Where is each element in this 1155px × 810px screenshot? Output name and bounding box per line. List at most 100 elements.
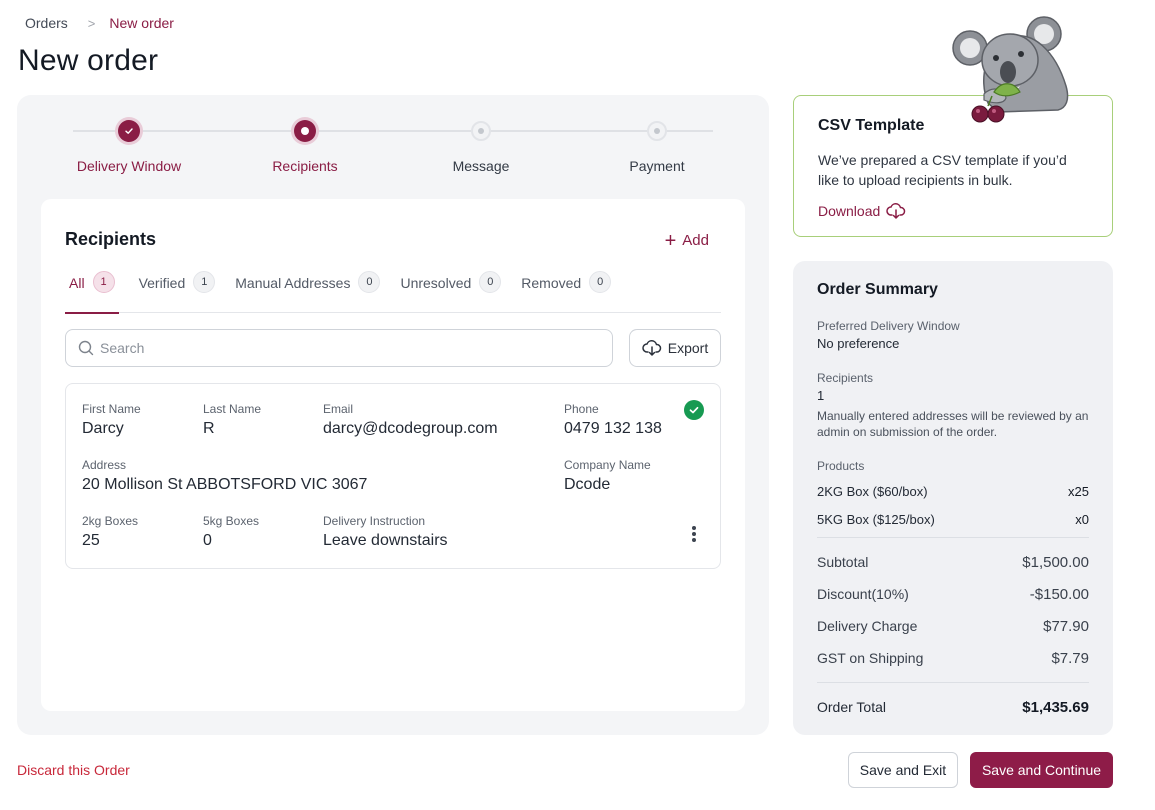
export-label: Export bbox=[667, 340, 709, 356]
step-payment[interactable]: Payment bbox=[587, 117, 727, 174]
cloud-download-icon bbox=[886, 203, 906, 219]
company-field: Company Name Dcode bbox=[564, 458, 651, 494]
summary-label: Recipients bbox=[817, 371, 874, 385]
product-line-item: 5KG Box ($125/box) x0 bbox=[817, 512, 1089, 527]
tab-count-badge: 0 bbox=[589, 271, 612, 293]
step-label: Payment bbox=[629, 158, 685, 174]
koala-mascot bbox=[952, 16, 1069, 123]
field-value: R bbox=[203, 420, 215, 437]
verified-check-icon bbox=[684, 400, 704, 420]
save-and-continue-button[interactable]: Save and Continue bbox=[970, 752, 1113, 788]
order-wizard-panel: Delivery Window Recipients Message Payme… bbox=[17, 95, 769, 735]
chevron-right-icon: > bbox=[87, 15, 96, 31]
order-total-row: Order Total $1,435.69 bbox=[817, 699, 1089, 716]
total-label: Delivery Charge bbox=[817, 618, 918, 634]
field-label: 2kg Boxes bbox=[82, 514, 139, 528]
address-field: Address 20 Mollison St ABBOTSFORD VIC 30… bbox=[82, 458, 367, 494]
boxes-5kg-field: 5kg Boxes 0 bbox=[203, 514, 259, 550]
export-button[interactable]: Export bbox=[629, 329, 721, 367]
save-and-exit-button[interactable]: Save and Exit bbox=[848, 752, 958, 788]
field-label: Phone bbox=[564, 402, 599, 416]
page-title: New order bbox=[18, 44, 159, 77]
recipient-row[interactable]: First Name Darcy Last Name R Email darcy… bbox=[65, 383, 721, 569]
summary-delivery-window: Preferred Delivery Window No preference bbox=[817, 319, 1089, 351]
step-message[interactable]: Message bbox=[411, 117, 551, 174]
tab-count-badge: 1 bbox=[193, 271, 216, 293]
step-label: Message bbox=[452, 158, 510, 174]
breadcrumb: Orders > New order bbox=[25, 15, 174, 31]
discount-row: Discount(10%) -$150.00 bbox=[817, 586, 1089, 603]
add-recipient-button[interactable]: + Add bbox=[664, 229, 709, 252]
stepper: Delivery Window Recipients Message Payme… bbox=[57, 117, 729, 177]
phone-field: Phone 0479 132 138 bbox=[564, 402, 662, 438]
tab-label: Manual Addresses bbox=[235, 275, 351, 291]
tab-removed[interactable]: Removed 0 bbox=[521, 271, 612, 313]
total-value: $1,500.00 bbox=[1022, 554, 1089, 571]
check-icon bbox=[125, 128, 133, 134]
product-name: 2KG Box ($60/box) bbox=[817, 484, 928, 499]
search-field[interactable] bbox=[65, 329, 613, 367]
step-pending-marker bbox=[654, 128, 660, 134]
recipient-tabs: All 1 Verified 1 Manual Addresses 0 Unre… bbox=[65, 271, 721, 314]
tab-verified[interactable]: Verified 1 bbox=[138, 271, 216, 313]
download-label: Download bbox=[818, 203, 881, 219]
csv-template-text: We’ve prepared a CSV template if you’d l… bbox=[818, 152, 1067, 188]
field-value: 20 Mollison St ABBOTSFORD VIC 3067 bbox=[82, 476, 368, 493]
download-csv-link[interactable]: Download bbox=[818, 202, 906, 220]
divider bbox=[817, 537, 1089, 538]
tab-label: Removed bbox=[521, 275, 582, 291]
tab-unresolved[interactable]: Unresolved 0 bbox=[400, 271, 502, 313]
tab-count-badge: 0 bbox=[479, 271, 502, 293]
step-delivery-window[interactable]: Delivery Window bbox=[59, 117, 199, 174]
order-summary: Order Summary Preferred Delivery Window … bbox=[793, 261, 1113, 735]
field-label: Email bbox=[323, 402, 354, 416]
kebab-menu-icon[interactable] bbox=[686, 524, 702, 544]
delivery-charge-row: Delivery Charge $77.90 bbox=[817, 618, 1089, 635]
tab-manual-addresses[interactable]: Manual Addresses 0 bbox=[235, 271, 381, 313]
gst-row: GST on Shipping $7.79 bbox=[817, 650, 1089, 667]
total-value: $77.90 bbox=[1043, 618, 1089, 635]
recipients-title: Recipients bbox=[65, 229, 157, 249]
email-field: Email darcy@dcodegroup.com bbox=[323, 402, 498, 438]
field-value: 0479 132 138 bbox=[564, 420, 662, 437]
cloud-download-icon bbox=[642, 340, 662, 356]
field-value: darcy@dcodegroup.com bbox=[323, 420, 498, 437]
plus-icon: + bbox=[664, 229, 677, 252]
tab-count-badge: 0 bbox=[358, 271, 381, 293]
total-value: $7.79 bbox=[1051, 650, 1089, 667]
search-icon bbox=[78, 340, 94, 356]
tab-label: Unresolved bbox=[400, 275, 472, 291]
field-label: Address bbox=[82, 458, 127, 472]
field-value: 25 bbox=[82, 532, 100, 549]
add-label: Add bbox=[682, 232, 709, 249]
field-value: Darcy bbox=[82, 420, 124, 437]
order-summary-title: Order Summary bbox=[817, 281, 938, 298]
summary-products-label: Products bbox=[817, 459, 1089, 473]
total-label: Subtotal bbox=[817, 554, 869, 570]
step-pending-marker bbox=[478, 128, 484, 134]
summary-value: 1 bbox=[817, 388, 825, 403]
divider bbox=[817, 682, 1089, 683]
field-label: 5kg Boxes bbox=[203, 514, 260, 528]
step-label: Delivery Window bbox=[76, 158, 182, 174]
step-recipients[interactable]: Recipients bbox=[235, 117, 375, 174]
field-label: Delivery Instruction bbox=[323, 514, 426, 528]
tab-label: All bbox=[69, 275, 85, 291]
summary-label: Products bbox=[817, 459, 865, 473]
field-label: Last Name bbox=[203, 402, 262, 416]
last-name-field: Last Name R bbox=[203, 402, 261, 438]
order-total-value: $1,435.69 bbox=[1022, 699, 1089, 716]
discard-order-link[interactable]: Discard this Order bbox=[17, 762, 130, 778]
summary-label: Preferred Delivery Window bbox=[817, 319, 960, 333]
subtotal-row: Subtotal $1,500.00 bbox=[817, 554, 1089, 571]
total-label: Discount(10%) bbox=[817, 586, 909, 602]
search-input[interactable] bbox=[100, 340, 580, 356]
tab-label: Verified bbox=[138, 275, 186, 291]
first-name-field: First Name Darcy bbox=[82, 402, 141, 438]
product-qty: x0 bbox=[1075, 512, 1089, 527]
step-label: Recipients bbox=[272, 158, 338, 174]
tab-all[interactable]: All 1 bbox=[65, 271, 119, 314]
tab-count-badge: 1 bbox=[92, 271, 115, 293]
product-name: 5KG Box ($125/box) bbox=[817, 512, 935, 527]
breadcrumb-orders-link[interactable]: Orders bbox=[25, 15, 68, 31]
